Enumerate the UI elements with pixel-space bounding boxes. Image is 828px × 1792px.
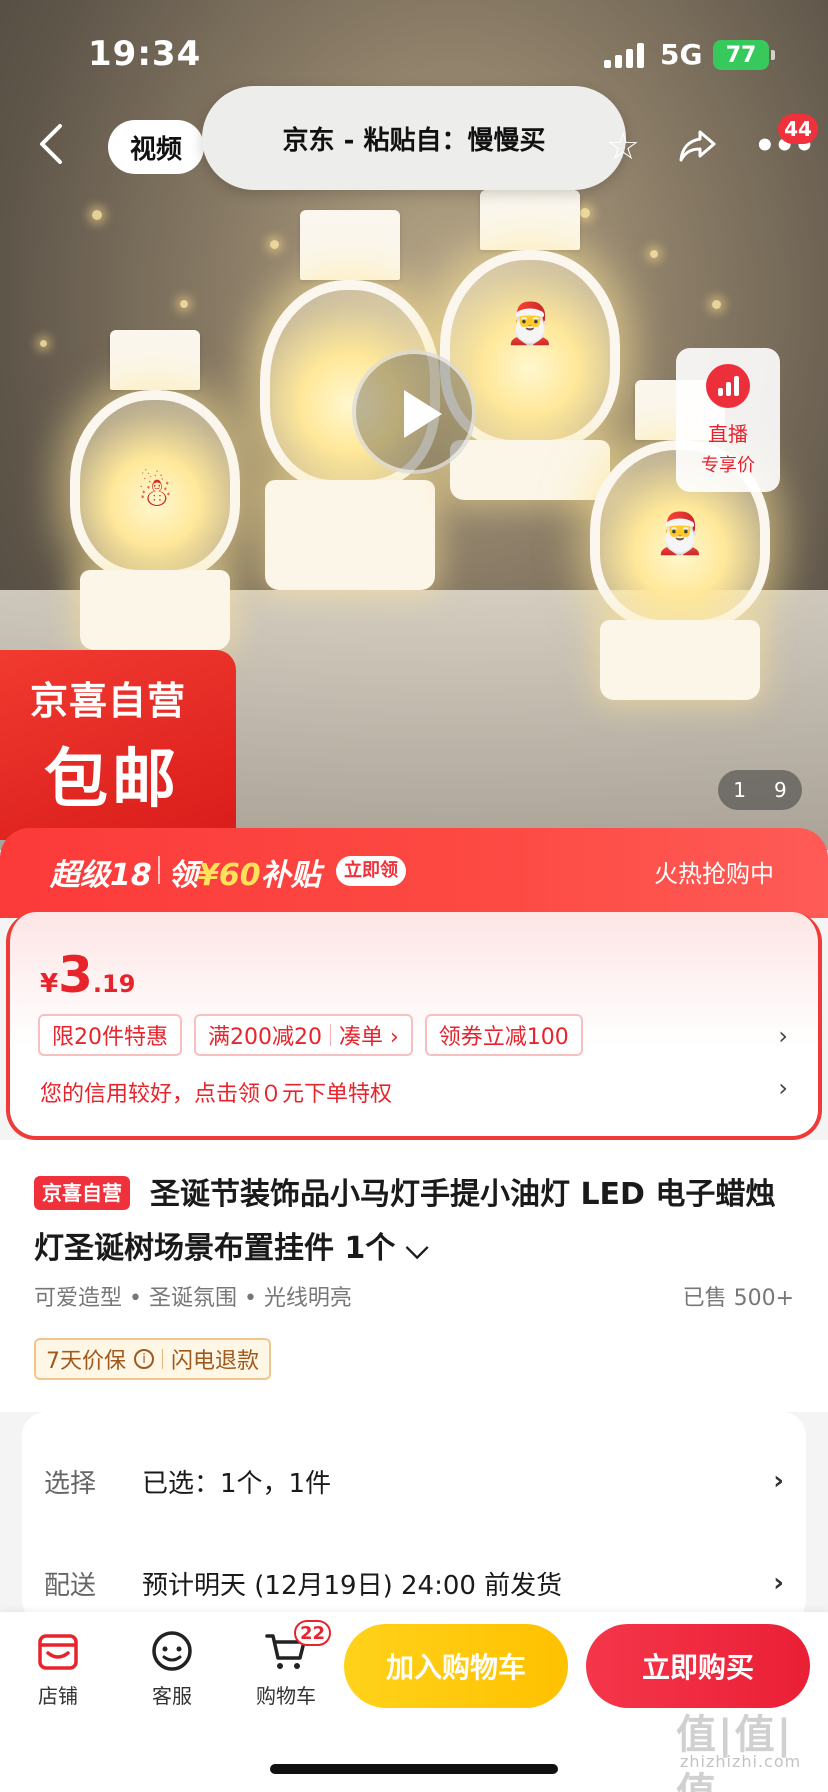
chevron-left-icon <box>40 124 62 164</box>
option-key: 配送 <box>44 1570 97 1601</box>
delivery-row[interactable]: 配送 预计明天 (12月19日) 24:00 前发货 › <box>44 1558 784 1608</box>
image-pager: 1 9 <box>718 770 802 810</box>
share-icon[interactable] <box>676 124 720 168</box>
select-spec-row[interactable]: 选择 已选：1个，1件 › <box>44 1456 784 1506</box>
product-price: ¥3.19 <box>40 946 135 1004</box>
favorite-star-icon[interactable]: ☆ <box>606 124 650 168</box>
option-value: 已选：1个，1件 <box>142 1468 332 1499</box>
badge-shipping-text: 包邮 <box>44 743 180 817</box>
battery-icon: 77 <box>713 40 775 70</box>
fast-refund-text: 闪电退款 <box>171 1349 260 1374</box>
chevron-right-icon: › <box>773 1466 784 1496</box>
cart-button[interactable]: 购物车 22 <box>246 1620 332 1709</box>
live-label: 直播 <box>708 422 748 446</box>
status-time: 19:34 <box>88 34 202 74</box>
claim-now-button[interactable]: 立即领 <box>336 856 406 886</box>
bokeh-light <box>92 210 102 220</box>
cart-count-badge: 22 <box>294 1620 332 1646</box>
product-title[interactable]: 圣诞节装饰品小马灯手提小油灯 LED 电子蜡烛灯圣诞树场景布置挂件 1个 ⌵ <box>34 1168 804 1276</box>
tag-divider <box>330 1024 331 1046</box>
options-card: 选择 已选：1个，1件 › 配送 预计明天 (12月19日) 24:00 前发货… <box>22 1412 806 1624</box>
bokeh-light <box>40 340 47 347</box>
option-key: 选择 <box>44 1468 97 1499</box>
promo-sub-suffix: 补贴 <box>260 858 321 893</box>
bokeh-light <box>712 300 721 309</box>
status-bar: 19:34 5G 77 <box>0 0 828 100</box>
paste-source-banner[interactable]: 京东 - 粘贴自：慢慢买 <box>202 86 626 190</box>
chevron-right-icon: › <box>773 1568 784 1598</box>
watermark-url: zhizhizhi.com <box>680 1752 802 1771</box>
info-icon[interactable]: i <box>134 1349 154 1369</box>
live-price-label: 专享价 <box>701 455 755 476</box>
store-type-badge: 京喜自营 <box>34 1176 130 1210</box>
watermark-logo: 值|值|值 <box>676 1712 794 1792</box>
store-label: 店铺 <box>38 1684 78 1708</box>
customer-service-button[interactable]: 客服 <box>132 1628 212 1709</box>
sold-count: 已售 500+ <box>682 1286 794 1311</box>
credit-privilege-text[interactable]: 您的信用较好，点击领０元下单特权 <box>40 1076 392 1108</box>
cart-label: 购物车 <box>256 1684 316 1708</box>
badge-store-text: 京喜自营 <box>30 679 187 723</box>
promo-sub-prefix: 领 <box>168 858 198 893</box>
promo-tags: 限20件特惠 满200减20 凑单 › 领券立减100 <box>38 1014 583 1056</box>
network-type: 5G <box>660 38 703 71</box>
battery-level: 77 <box>725 42 757 68</box>
message-count-badge: 44 <box>778 114 818 144</box>
home-indicator[interactable] <box>270 1764 558 1774</box>
option-value: 预计明天 (12月19日) 24:00 前发货 <box>142 1570 563 1601</box>
service-guarantee[interactable]: 7天价保 i 闪电退款 <box>34 1338 272 1380</box>
live-price-card[interactable]: 直播 专享价 <box>676 348 780 492</box>
promo-subsidy: 领¥60补贴 <box>168 850 321 894</box>
store-icon <box>38 1634 78 1670</box>
guarantee-divider <box>162 1349 163 1369</box>
full-discount-text: 满200减20 <box>208 1025 322 1050</box>
play-video-button[interactable] <box>352 350 476 474</box>
gather-order-link[interactable]: 凑单 › <box>339 1019 399 1051</box>
product-title-text: 圣诞节装饰品小马灯手提小油灯 LED 电子蜡烛灯圣诞树场景布置挂件 1个 <box>34 1177 776 1266</box>
limit-tag[interactable]: 限20件特惠 <box>38 1014 182 1056</box>
chevron-down-icon[interactable]: ⌵ <box>406 1231 429 1266</box>
cellular-signal-icon <box>604 42 644 68</box>
tab-video[interactable]: 视频 <box>108 120 204 174</box>
price-integer: 3 <box>58 946 93 1004</box>
jingxi-free-shipping-badge: 京喜自营 包邮 <box>0 650 236 840</box>
price-protect-text: 7天价保 <box>46 1349 126 1374</box>
promo-sub-amount: ¥60 <box>198 858 261 893</box>
buy-now-button[interactable]: 立即购买 <box>586 1624 810 1708</box>
promo-hot-text: 火热抢购中 <box>654 860 774 888</box>
service-label: 客服 <box>152 1684 192 1708</box>
live-icon <box>706 364 750 408</box>
price-card: ¥3.19 限20件特惠 满200减20 凑单 › 领券立减100 › 您的信用… <box>6 912 822 1140</box>
bokeh-light <box>180 300 188 308</box>
product-features: 可爱造型 • 圣诞氛围 • 光线明亮 <box>34 1286 352 1311</box>
pager-current: 1 <box>733 778 746 802</box>
pager-total: 9 <box>774 778 787 802</box>
promo-divider <box>158 856 160 884</box>
coupon-tag[interactable]: 领券立减100 <box>424 1014 583 1056</box>
price-currency: ¥ <box>40 969 59 999</box>
chevron-right-icon[interactable]: › <box>778 1022 788 1050</box>
store-button[interactable]: 店铺 <box>18 1628 98 1709</box>
price-decimal: .19 <box>92 970 136 998</box>
lantern-snowman: ☃ <box>60 330 250 660</box>
promo-label: 超级18 <box>50 858 152 893</box>
back-button[interactable] <box>34 122 74 170</box>
chevron-right-icon[interactable]: › <box>778 1074 788 1102</box>
add-to-cart-button[interactable]: 加入购物车 <box>344 1624 568 1708</box>
full-discount-tag[interactable]: 满200减20 凑单 › <box>194 1014 413 1056</box>
bottom-action-bar: 店铺 客服 购物车 22 加入购物车 立即购买 值|值|值 zhizhizhi.… <box>0 1612 828 1792</box>
product-info: 圣诞节装饰品小马灯手提小油灯 LED 电子蜡烛灯圣诞树场景布置挂件 1个 ⌵ 京… <box>0 1140 828 1412</box>
bokeh-light <box>650 250 658 258</box>
customer-service-icon <box>152 1631 192 1671</box>
super18-promo-banner[interactable]: 超级18 领¥60补贴 立即领 火热抢购中 <box>0 828 828 918</box>
